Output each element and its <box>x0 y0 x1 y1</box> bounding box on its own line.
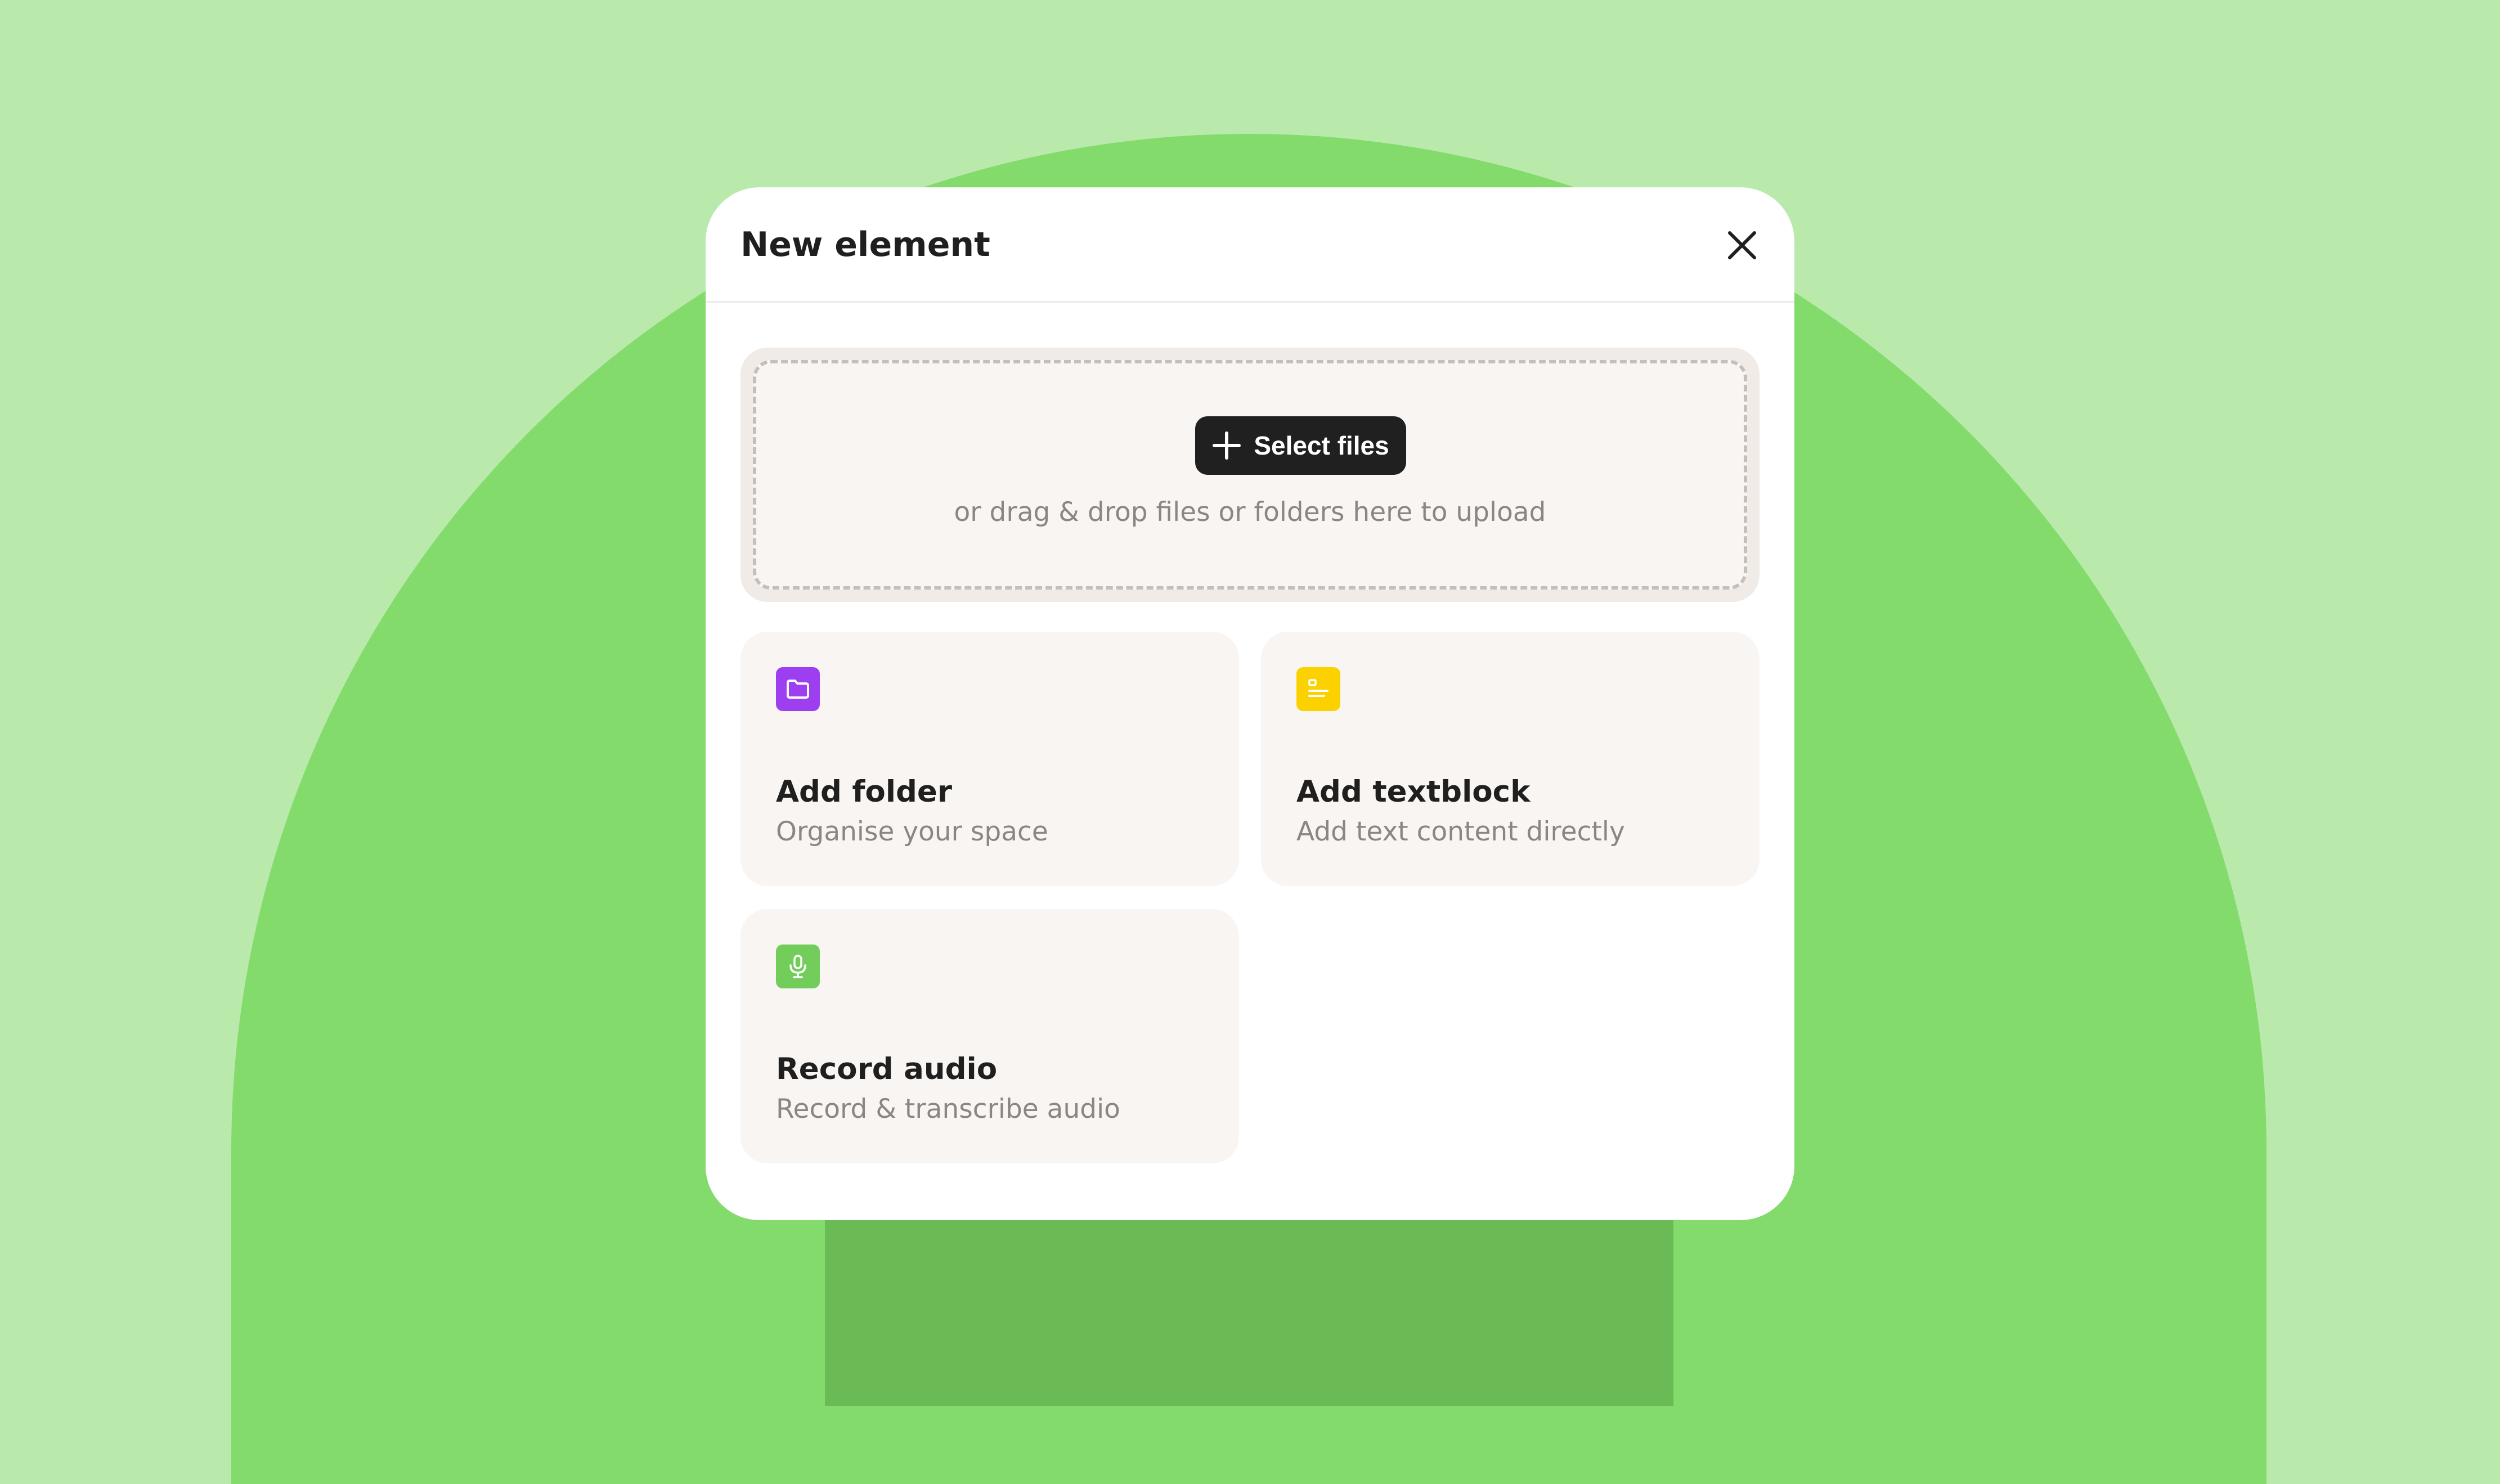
add-folder-title: Add folder <box>776 775 953 809</box>
add-textblock-card[interactable]: Add textblock Add text content directly <box>1261 632 1760 886</box>
add-textblock-subtitle: Add text content directly <box>1296 816 1625 847</box>
folder-icon <box>776 667 820 711</box>
add-folder-card[interactable]: Add folder Organise your space <box>740 632 1239 886</box>
dropzone-area[interactable]: Select files or drag & drop files or fol… <box>753 360 1747 590</box>
select-files-label: Select files <box>1254 431 1389 460</box>
upload-dropzone[interactable]: Select files or drag & drop files or fol… <box>740 348 1760 602</box>
record-audio-card[interactable]: Record audio Record & transcribe audio <box>740 909 1239 1163</box>
add-textblock-title: Add textblock <box>1296 775 1530 809</box>
plus-icon <box>1213 431 1241 460</box>
close-button[interactable] <box>1717 220 1767 271</box>
record-audio-subtitle: Record & transcribe audio <box>776 1094 1120 1125</box>
textblock-icon <box>1296 667 1340 711</box>
select-files-button[interactable]: Select files <box>1195 416 1406 475</box>
record-audio-title: Record audio <box>776 1052 998 1086</box>
background-column <box>825 1204 1673 1406</box>
dialog-title: New element <box>740 225 990 264</box>
microphone-icon <box>776 945 820 988</box>
new-element-dialog: New element Select files or drag & drop … <box>706 187 1794 1220</box>
close-icon <box>1728 231 1756 259</box>
dialog-header: New element <box>706 187 1794 303</box>
add-folder-subtitle: Organise your space <box>776 816 1048 847</box>
dropzone-hint: or drag & drop files or folders here to … <box>954 497 1546 528</box>
